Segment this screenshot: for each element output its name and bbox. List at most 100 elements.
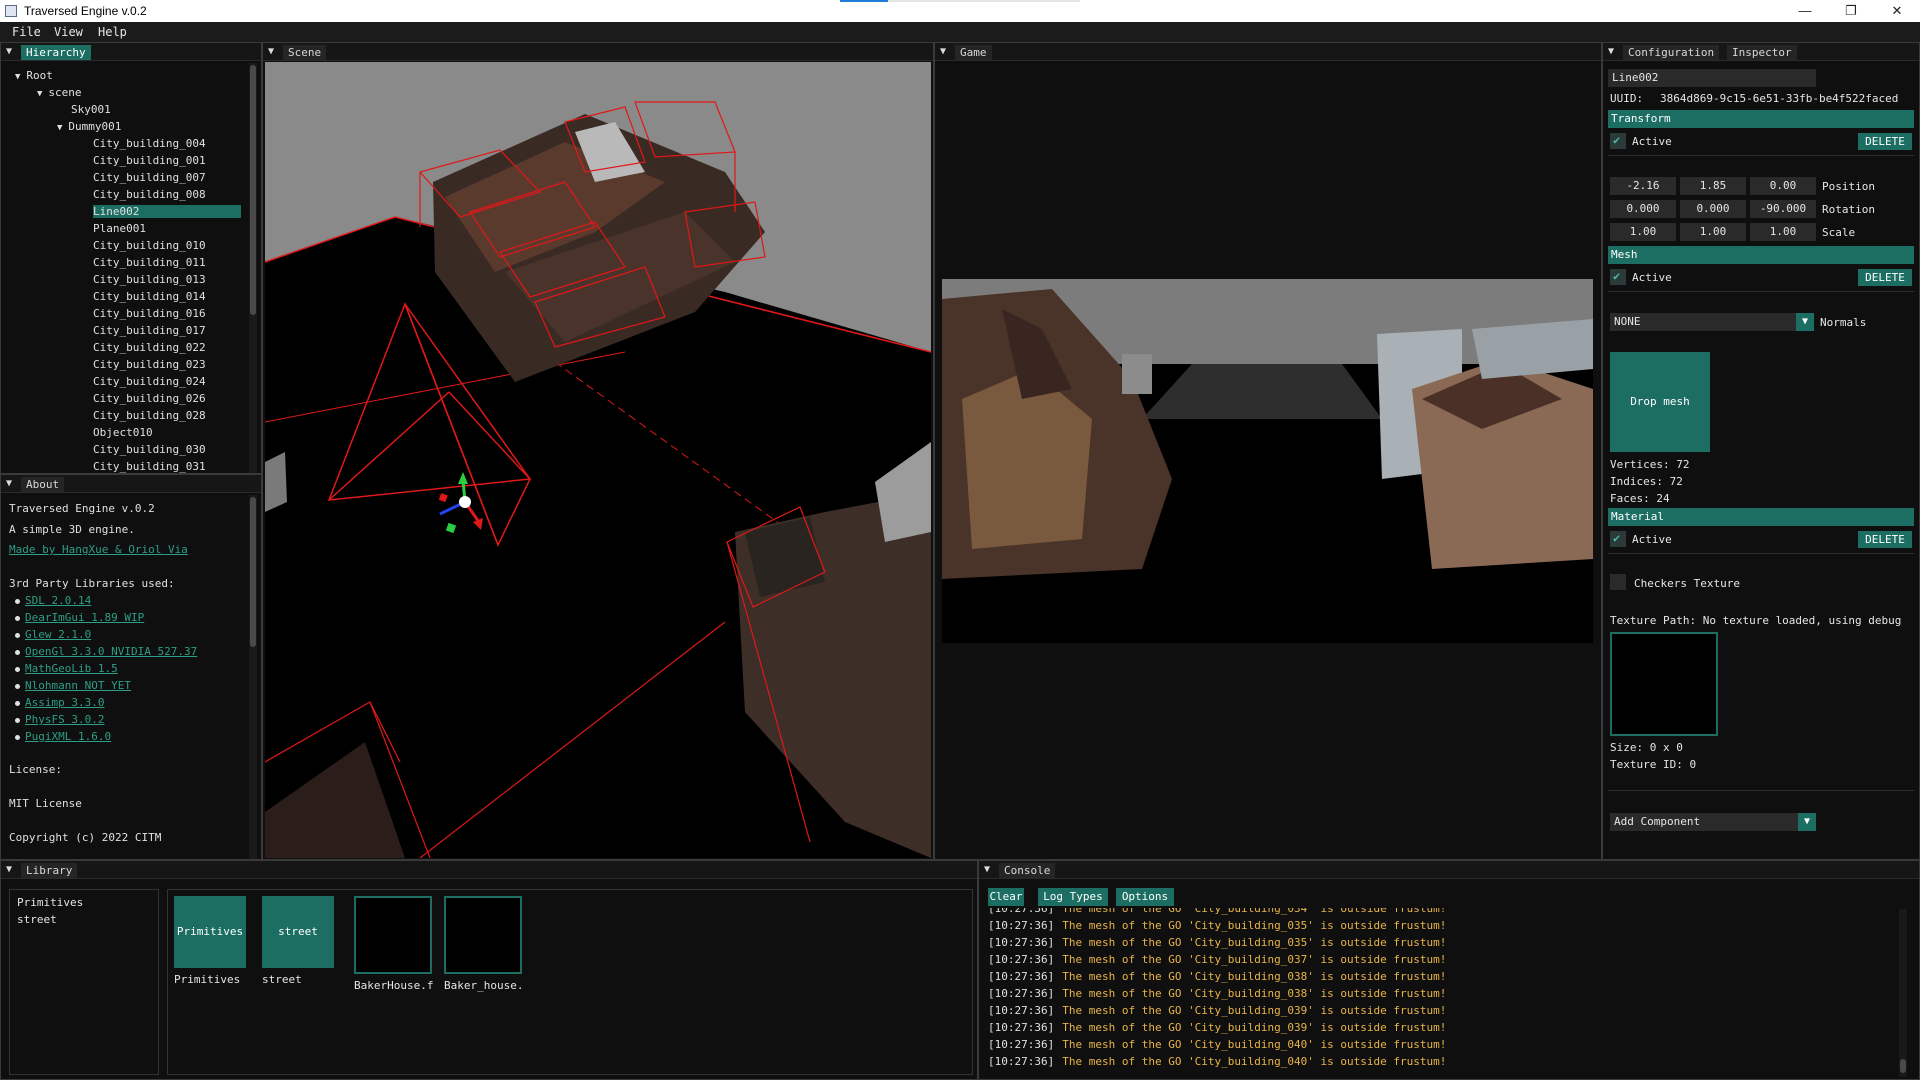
console-log-types-button[interactable]: Log Types [1038,888,1108,906]
hierarchy-item[interactable]: City_building_016 [93,307,206,320]
menu-help[interactable]: Help [98,25,127,39]
normals-dropdown[interactable]: NONE [1610,313,1796,331]
hierarchy-item[interactable]: City_building_024 [93,375,206,388]
mesh-delete-button[interactable]: DELETE [1858,269,1912,286]
hierarchy-item[interactable]: City_building_028 [93,409,206,422]
position-y-field[interactable]: 1.85 [1680,177,1746,195]
normals-dropdown-arrow-icon[interactable]: ▼ [1796,313,1814,331]
scale-y-field[interactable]: 1.00 [1680,223,1746,241]
tab-console[interactable]: Console [999,863,1056,878]
library-entry[interactable]: MathGeoLib 1.5 [15,662,118,675]
about-scroll-thumb[interactable] [250,497,256,647]
hierarchy-scroll-thumb[interactable] [250,65,256,315]
library-link[interactable]: PhysFS 3.0.2 [25,713,104,726]
library-link[interactable]: Assimp 3.3.0 [25,696,104,709]
hierarchy-item[interactable]: Object010 [93,426,153,439]
object-name-input[interactable]: Line002 [1608,69,1816,87]
hierarchy-item[interactable]: ▼ Dummy001 [57,120,121,133]
tab-inspector[interactable]: Inspector [1727,45,1797,60]
hierarchy-item[interactable]: City_building_007 [93,171,206,184]
maximize-icon[interactable]: ❐ [1828,0,1874,22]
console-options-button[interactable]: Options [1116,888,1174,906]
library-entry[interactable]: OpenGl 3.3.0 NVIDIA 527.37 [15,645,197,658]
hierarchy-item[interactable]: City_building_031 [93,460,206,473]
library-entry[interactable]: PugiXML 1.6.0 [15,730,111,743]
library-link[interactable]: MathGeoLib 1.5 [25,662,118,675]
library-link[interactable]: Nlohmann NOT YET [25,679,131,692]
hierarchy-item[interactable]: Plane001 [93,222,146,235]
tree-expand-icon[interactable]: ▼ [57,123,62,133]
library-tile[interactable] [444,896,522,974]
hierarchy-item[interactable]: City_building_013 [93,273,206,286]
material-delete-button[interactable]: DELETE [1858,531,1912,548]
library-link[interactable]: OpenGl 3.3.0 NVIDIA 527.37 [25,645,197,658]
game-viewport[interactable] [942,279,1593,643]
hierarchy-scrollbar[interactable] [249,63,257,473]
add-component-dropdown[interactable]: Add Component [1610,813,1808,831]
hierarchy-item[interactable]: City_building_022 [93,341,206,354]
hierarchy-item[interactable]: City_building_026 [93,392,206,405]
scale-z-field[interactable]: 1.00 [1750,223,1816,241]
library-tile[interactable]: street [262,896,334,968]
library-entry[interactable]: DearImGui 1.89 WIP [15,611,144,624]
tab-scene[interactable]: Scene [283,45,327,60]
library-link[interactable]: SDL 2.0.14 [25,594,91,607]
rotation-x-field[interactable]: 0.000 [1610,200,1676,218]
collapse-icon[interactable]: ▼ [940,46,946,57]
transform-header[interactable]: Transform [1608,110,1914,128]
library-link[interactable]: DearImGui 1.89 WIP [25,611,144,624]
position-x-field[interactable]: -2.16 [1610,177,1676,195]
console-clear-button[interactable]: Clear [988,888,1024,906]
library-tile[interactable] [354,896,432,974]
minimize-icon[interactable]: — [1782,0,1828,22]
menu-file[interactable]: File [12,25,41,39]
transform-gizmo[interactable] [438,472,483,534]
library-folder-street[interactable]: street [17,913,57,926]
transform-active-checkbox[interactable]: ✔ [1610,133,1626,149]
hierarchy-item[interactable]: ▼ scene [37,86,82,99]
transform-delete-button[interactable]: DELETE [1858,133,1912,150]
library-folder-primitives[interactable]: Primitives [17,896,83,909]
tab-library[interactable]: Library [21,863,78,878]
about-scrollbar[interactable] [249,495,257,859]
library-entry[interactable]: SDL 2.0.14 [15,594,91,607]
tab-hierarchy[interactable]: Hierarchy [21,45,91,60]
tree-expand-icon[interactable]: ▼ [15,72,20,82]
hierarchy-item[interactable]: City_building_017 [93,324,206,337]
collapse-icon[interactable]: ▼ [984,864,990,875]
hierarchy-item[interactable]: City_building_010 [93,239,206,252]
hierarchy-item[interactable]: City_building_004 [93,137,206,150]
library-entry[interactable]: Nlohmann NOT YET [15,679,131,692]
close-icon[interactable]: ✕ [1874,0,1920,22]
hierarchy-item[interactable]: Sky001 [71,103,111,116]
tab-about[interactable]: About [21,477,65,492]
hierarchy-item[interactable]: City_building_011 [93,256,206,269]
hierarchy-item[interactable]: ▼ Root [15,69,53,82]
material-header[interactable]: Material [1608,508,1914,526]
library-link[interactable]: Glew 2.1.0 [25,628,91,641]
library-link[interactable]: PugiXML 1.6.0 [25,730,111,743]
add-component-arrow-icon[interactable]: ▼ [1798,813,1816,831]
collapse-icon[interactable]: ▼ [268,46,274,57]
hierarchy-item[interactable]: Line002 [93,205,241,218]
tab-game[interactable]: Game [955,45,992,60]
mesh-active-checkbox[interactable]: ✔ [1610,269,1626,285]
hierarchy-item[interactable]: City_building_023 [93,358,206,371]
library-entry[interactable]: Assimp 3.3.0 [15,696,104,709]
mesh-header[interactable]: Mesh [1608,246,1914,264]
library-entry[interactable]: Glew 2.1.0 [15,628,91,641]
drop-mesh-target[interactable]: Drop mesh [1610,352,1710,452]
about-authors-link[interactable]: Made by HangXue & Oriol Via [9,543,188,556]
tree-expand-icon[interactable]: ▼ [37,89,42,99]
material-active-checkbox[interactable]: ✔ [1610,531,1626,547]
menu-view[interactable]: View [54,25,83,39]
library-tile[interactable]: Primitives [174,896,246,968]
hierarchy-item[interactable]: City_building_008 [93,188,206,201]
hierarchy-item[interactable]: City_building_030 [93,443,206,456]
collapse-icon[interactable]: ▼ [6,46,12,57]
hierarchy-item[interactable]: City_building_001 [93,154,206,167]
collapse-icon[interactable]: ▼ [6,864,12,875]
scale-x-field[interactable]: 1.00 [1610,223,1676,241]
rotation-y-field[interactable]: 0.000 [1680,200,1746,218]
tab-configuration[interactable]: Configuration [1623,45,1720,60]
